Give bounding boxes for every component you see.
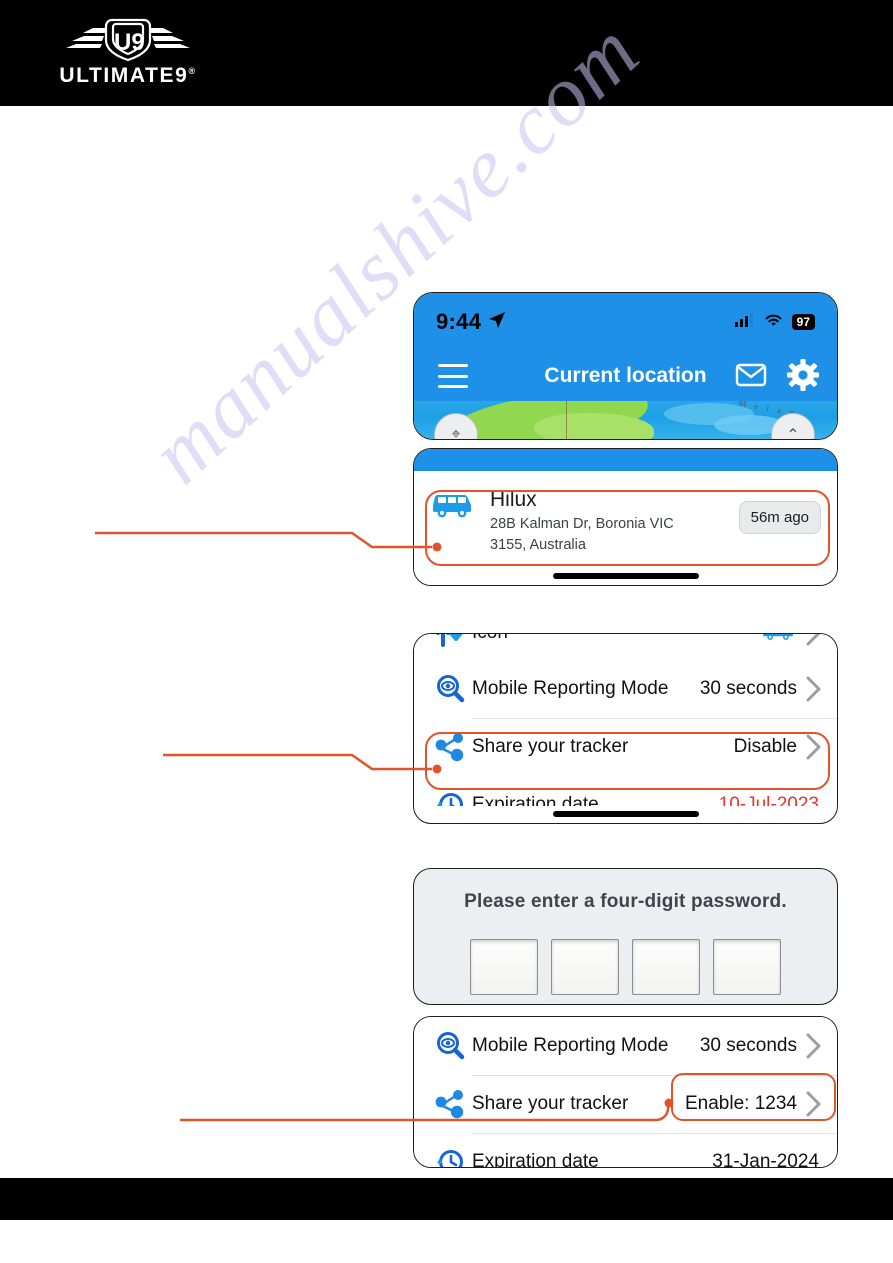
settings-row-trailing-icon	[759, 634, 797, 647]
settings-row-value: 30 seconds	[699, 678, 797, 699]
vehicle-address-line2: 3155, Australia	[490, 537, 586, 553]
last-seen-badge: 56m ago	[738, 501, 821, 534]
brand-logo: U9 ULTIMATE9®	[48, 8, 208, 98]
chevron-right-icon	[803, 733, 825, 761]
ios-status-bar: 9:44 97	[414, 293, 837, 351]
app-header: Current location	[414, 351, 837, 401]
eye-search-icon	[428, 1031, 472, 1061]
settings-row-label: Share your tracker	[472, 1093, 629, 1114]
share-nodes-icon	[428, 732, 472, 762]
brand-wordmark: ULTIMATE9®	[59, 64, 197, 87]
vehicle-van-icon	[430, 485, 474, 524]
settings-row-label: Mobile Reporting Mode	[472, 1035, 669, 1056]
password-digit-1[interactable]	[470, 939, 538, 995]
svg-text:U9: U9	[114, 29, 145, 56]
status-indicators: 97	[734, 293, 815, 351]
settings-row-mobile-reporting-mode[interactable]: Mobile Reporting Mode 30 seconds	[414, 1017, 837, 1075]
status-time: 9:44	[436, 309, 482, 334]
hamburger-menu-icon[interactable]	[438, 364, 468, 388]
screenshot-settings-after: Mobile Reporting Mode 30 seconds Share y…	[413, 1016, 838, 1168]
settings-row-label: Expiration date	[472, 1151, 599, 1168]
password-digit-3[interactable]	[632, 939, 700, 995]
page-root: U9 ULTIMATE9® manualshive.com 9:44 97 Cu…	[0, 0, 893, 1263]
settings-row-share-your-tracker[interactable]: Share your tracker Disable	[414, 718, 837, 776]
settings-row-mobile-reporting-mode[interactable]: Mobile Reporting Mode 30 seconds	[414, 660, 837, 718]
chevron-right-icon	[803, 634, 825, 647]
map-meridian-line	[566, 401, 567, 439]
app-header-strip	[414, 449, 837, 471]
ios-home-indicator	[552, 573, 699, 579]
envelope-icon[interactable]	[735, 362, 767, 393]
map-compass-icon[interactable]: ⌃	[771, 413, 815, 439]
settings-row-value: Enable: 1234	[685, 1093, 797, 1114]
settings-row-label: Mobile Reporting Mode	[472, 678, 669, 699]
settings-row-value: 10-Jul-2023	[718, 794, 819, 806]
wifi-icon	[764, 313, 783, 332]
screenshot-password-prompt: Please enter a four-digit password.	[413, 868, 838, 1005]
screenshot-current-location: 9:44 97 Current location M e l a n ⌖ ⌃	[413, 292, 838, 440]
settings-row-expiration-date[interactable]: Expiration date 31-Jan-2024	[414, 1133, 837, 1168]
chevron-right-icon	[803, 1090, 825, 1118]
map-view[interactable]: M e l a n ⌖ ⌃	[414, 401, 837, 439]
vehicle-card[interactable]: Hilux 28B Kalman Dr, Boronia VIC 3155, A…	[414, 471, 837, 585]
page-title: Current location	[544, 364, 707, 387]
location-arrow-icon	[488, 311, 506, 334]
password-digit-group	[414, 939, 837, 995]
password-digit-2[interactable]	[551, 939, 619, 995]
settings-row-share-your-tracker[interactable]: Share your tracker Enable: 1234	[414, 1075, 837, 1133]
gear-icon[interactable]	[787, 359, 819, 396]
header-bar: U9 ULTIMATE9®	[0, 0, 893, 106]
screenshot-settings-before: Icon	[413, 633, 838, 824]
screenshot-vehicle-card: Hilux 28B Kalman Dr, Boronia VIC 3155, A…	[413, 448, 838, 586]
cellular-bars-icon	[734, 312, 755, 332]
settings-row-value: 31-Jan-2024	[712, 1151, 819, 1168]
password-digit-4[interactable]	[713, 939, 781, 995]
chevron-right-icon	[803, 675, 825, 703]
settings-row-value: 30 seconds	[699, 1035, 797, 1056]
eye-search-icon	[428, 674, 472, 704]
settings-row-label: Icon	[472, 634, 759, 644]
settings-row-expiration-clipped[interactable]: Expiration date 10-Jul-2023	[414, 776, 837, 817]
settings-row-icon-clipped[interactable]: Icon	[414, 634, 837, 660]
sort-arrows-icon	[428, 634, 472, 647]
footer-bar	[0, 1178, 893, 1220]
clock-history-icon	[428, 1147, 472, 1167]
header-actions	[735, 359, 819, 396]
clock-history-icon	[428, 790, 472, 806]
vehicle-name: Hilux	[490, 488, 537, 511]
share-nodes-icon	[428, 1089, 472, 1119]
settings-row-label: Share your tracker	[472, 736, 629, 757]
battery-level-badge: 97	[791, 314, 815, 330]
ultimate9-shield-wings-icon: U9	[66, 18, 190, 62]
vehicle-address-line1: 28B Kalman Dr, Boronia VIC	[490, 516, 674, 532]
settings-row-label: Expiration date	[472, 794, 599, 806]
chevron-right-icon	[803, 1032, 825, 1060]
settings-row-value: Disable	[733, 736, 797, 757]
vehicle-row[interactable]: Hilux 28B Kalman Dr, Boronia VIC 3155, A…	[430, 485, 821, 555]
password-prompt-title: Please enter a four-digit password.	[464, 891, 787, 912]
vehicle-details: Hilux 28B Kalman Dr, Boronia VIC 3155, A…	[490, 485, 723, 555]
